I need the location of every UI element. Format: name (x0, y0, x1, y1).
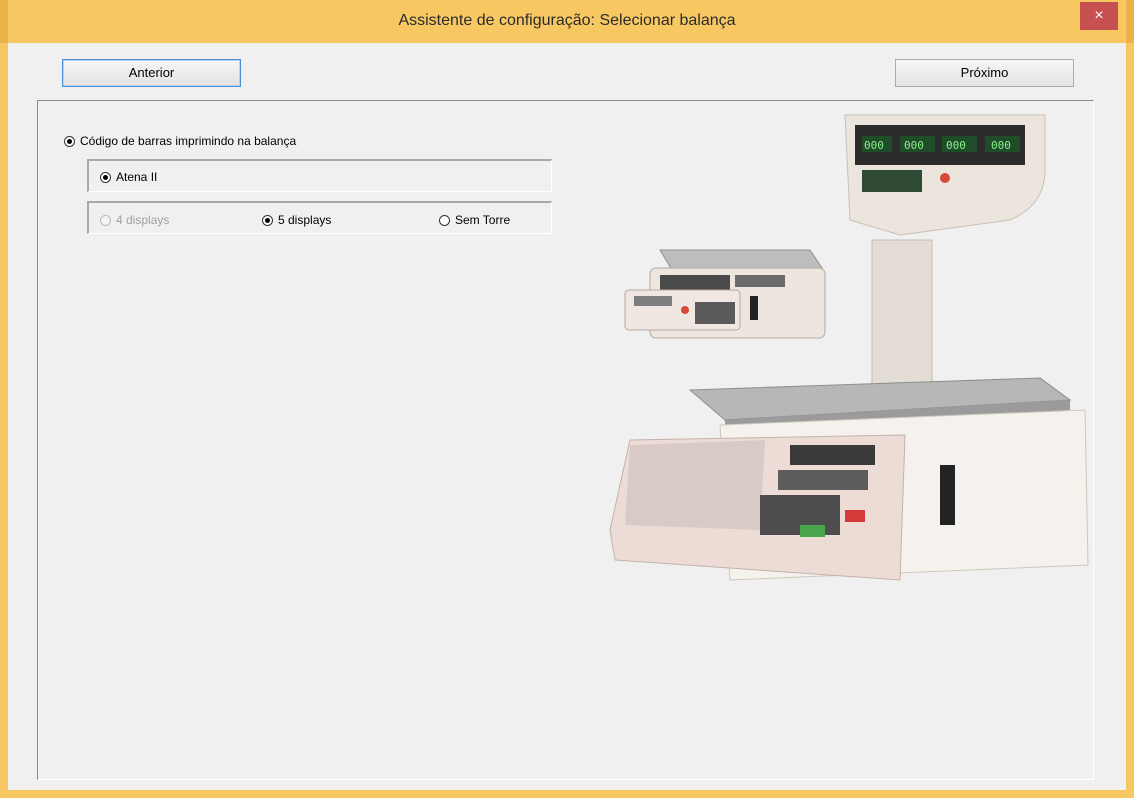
no-tower-option[interactable]: Sem Torre (439, 213, 510, 227)
window-border-right (1126, 43, 1134, 798)
five-displays-label: 5 displays (278, 213, 332, 227)
price-computing-scale-image: 000 000 000 000 (609, 114, 1089, 581)
setup-wizard-window: Assistente de configuração: Selecionar b… (0, 0, 1134, 798)
readout-3: 000 (946, 139, 966, 152)
five-displays-option[interactable]: 5 displays (262, 213, 331, 227)
window-border-left (0, 43, 8, 798)
readout-1: 000 (864, 139, 884, 152)
four-displays-option: 4 displays (100, 213, 169, 227)
title-bar[interactable]: Assistente de configuração: Selecionar b… (0, 0, 1134, 43)
barcode-label: Código de barras imprimindo na balança (80, 134, 297, 148)
model-group: Atena II (87, 159, 552, 192)
window-border-bottom (0, 790, 1134, 798)
readout-4: 000 (991, 139, 1011, 152)
displays-group: 4 displays 5 displays Sem Torre (87, 201, 552, 234)
next-button[interactable]: Próximo (895, 59, 1074, 87)
atena-ii-option[interactable]: Atena II (100, 170, 157, 184)
five-displays-radio[interactable] (262, 214, 273, 226)
no-tower-radio[interactable] (439, 214, 450, 226)
close-button[interactable]: × (1080, 2, 1118, 30)
window-title: Assistente de configuração: Selecionar b… (398, 12, 736, 29)
four-displays-label: 4 displays (116, 213, 170, 227)
four-displays-radio (100, 214, 111, 226)
close-icon: × (1094, 7, 1104, 24)
atena-ii-label: Atena II (116, 170, 158, 184)
readout-2: 000 (904, 139, 924, 152)
atena-ii-radio[interactable] (100, 171, 111, 183)
small-scale-image (624, 249, 826, 339)
main-scale-image: 000 000 000 000 (609, 114, 1089, 581)
previous-button[interactable]: Anterior (62, 59, 241, 87)
barcode-radio[interactable] (64, 135, 75, 147)
no-tower-label: Sem Torre (455, 213, 511, 227)
barcode-option[interactable]: Código de barras imprimindo na balança (64, 134, 296, 148)
